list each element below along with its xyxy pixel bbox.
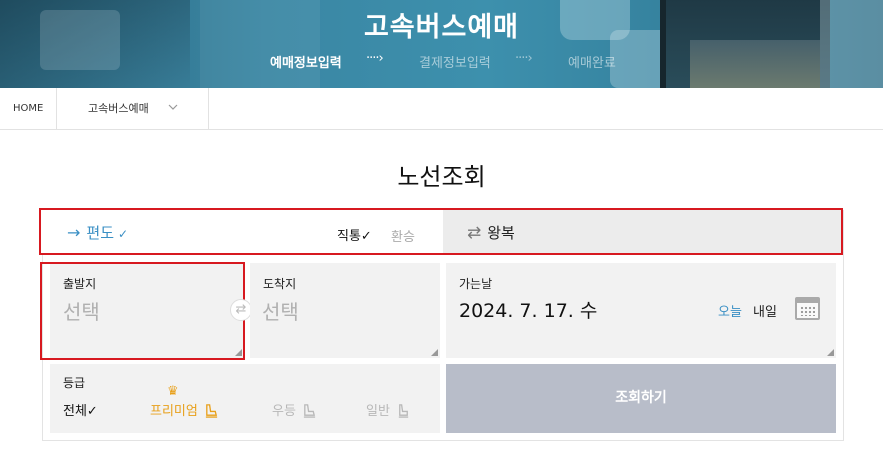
today-button[interactable]: 오늘 [718,301,742,320]
grade-all-option[interactable]: 전체✓ [63,400,98,419]
oneway-tab[interactable]: → 편도 ✓ 직통✓ 환승 [41,210,441,253]
hero-banner: 고속버스예매 예매정보입력 ····› 결제정보입력 ····› 예매완료 [0,0,883,88]
grade-superior-option[interactable]: 우등 [272,400,317,419]
arrival-value: 선택 [262,300,299,324]
crown-icon: ♛ [167,384,179,399]
grade-premium-option[interactable]: ♛ 프리미엄 [150,384,219,419]
trip-type-bar: → 편도 ✓ 직통✓ 환승 ⇄ 왕복 [39,208,843,255]
roundtrip-option[interactable]: ⇄ 왕복 [467,222,515,243]
step-payment-info: 결제정보입력 [419,56,491,71]
step-arrow-icon: ····› [366,51,384,66]
page-title: 노선조회 [397,163,486,191]
oneway-label: 편도 [86,224,115,242]
roundtrip-label: 왕복 [487,224,515,242]
breadcrumb-current-label: 고속버스예매 [88,102,149,115]
swap-arrows-icon: ⇄ [467,223,482,243]
chevron-down-icon [168,104,178,110]
hero-title: 고속버스예매 [363,12,520,43]
oneway-option[interactable]: → 편도 ✓ [67,222,128,243]
date-label: 가는날 [459,277,493,291]
grade-selector: 등급 전체✓ ♛ 프리미엄 우등 일반 [50,364,440,433]
breadcrumb-dropdown[interactable]: 고속버스예매 [57,88,209,129]
grade-premium-label: 프리미엄 [150,404,198,419]
direct-option[interactable]: 직통✓ [337,225,372,244]
step-arrow-icon: ····› [515,51,533,66]
corner-marker-icon [827,349,834,356]
departure-field[interactable]: 출발지 선택 [50,263,244,358]
corner-marker-icon [431,349,438,356]
arrival-label: 도착지 [263,277,297,291]
roundtrip-tab[interactable]: ⇄ 왕복 [443,210,841,253]
step-complete: 예매완료 [568,56,616,71]
grade-label: 등급 [63,376,86,390]
grade-standard-label: 일반 [366,404,390,419]
search-button[interactable]: 조회하기 [446,364,836,433]
swap-locations-button[interactable]: ⇄ [230,299,252,321]
departure-date-field[interactable]: 가는날 2024. 7. 17. 수 오늘 내일 [446,263,836,358]
breadcrumb: HOME 고속버스예매 [0,88,883,130]
progress-steps: 예매정보입력 ····› 결제정보입력 ····› 예매완료 [0,50,883,71]
seat-icon [303,404,316,418]
seat-icon [398,404,409,418]
seat-icon [205,404,218,418]
transfer-option[interactable]: 환승 [391,226,415,245]
corner-marker-icon [235,349,242,356]
breadcrumb-home[interactable]: HOME [0,88,57,129]
departure-value: 선택 [63,300,100,324]
date-value: 2024. 7. 17. 수 [459,300,598,322]
tomorrow-button[interactable]: 내일 [753,301,777,320]
arrival-field[interactable]: 도착지 선택 [250,263,440,358]
arrow-right-icon: → [67,223,81,242]
departure-label: 출발지 [63,277,97,291]
check-icon: ✓ [118,227,129,241]
grade-standard-option[interactable]: 일반 [366,400,411,419]
calendar-icon[interactable] [795,297,820,320]
grade-superior-label: 우등 [272,404,296,419]
step-booking-info: 예매정보입력 [270,56,342,71]
